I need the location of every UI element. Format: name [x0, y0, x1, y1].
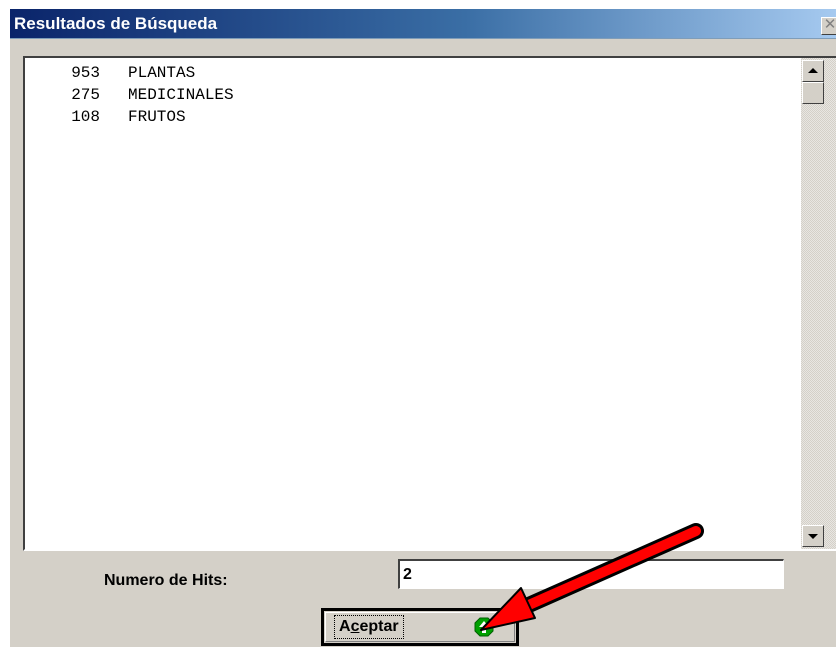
search-results-dialog: Resultados de Búsqueda ✕ 953 PLANTAS 275… — [9, 8, 836, 647]
vertical-scrollbar[interactable] — [801, 58, 836, 549]
result-term: PLANTAS — [128, 64, 196, 82]
triangle-down-icon — [808, 534, 818, 539]
accept-button-label: Aceptar — [334, 615, 404, 639]
hits-count-field[interactable] — [398, 559, 784, 589]
hits-label: Numero de Hits: — [104, 572, 228, 589]
close-icon: ✕ — [823, 16, 836, 33]
scroll-down-button[interactable] — [802, 525, 824, 547]
result-count: 108 — [71, 108, 100, 126]
scroll-up-button[interactable] — [802, 60, 824, 82]
results-list-frame: 953 PLANTAS 275 MEDICINALES 108 FRUTOS — [23, 56, 836, 551]
triangle-up-icon — [808, 68, 818, 73]
window-title: Resultados de Búsqueda — [14, 14, 218, 33]
title-bar[interactable]: Resultados de Búsqueda ✕ — [10, 9, 836, 39]
results-list[interactable]: 953 PLANTAS 275 MEDICINALES 108 FRUTOS — [25, 58, 801, 549]
list-item[interactable]: 108 FRUTOS — [25, 106, 801, 128]
accept-button[interactable]: Aceptar — [321, 608, 519, 646]
list-item[interactable]: 275 MEDICINALES — [25, 84, 801, 106]
result-count: 953 — [71, 64, 100, 82]
result-term: FRUTOS — [128, 108, 186, 126]
scroll-thumb[interactable] — [802, 82, 824, 104]
green-up-arrow-icon — [474, 617, 494, 637]
list-item[interactable]: 953 PLANTAS — [25, 62, 801, 84]
result-term: MEDICINALES — [128, 86, 234, 104]
result-count: 275 — [71, 86, 100, 104]
close-button[interactable]: ✕ — [821, 17, 836, 35]
